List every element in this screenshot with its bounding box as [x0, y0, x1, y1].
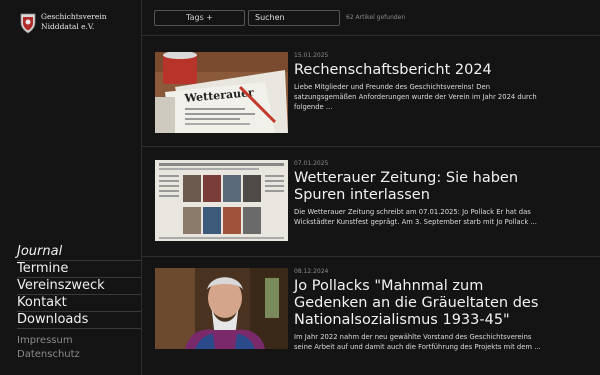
- article-item[interactable]: 07.01.2025 Wetterauer Zeitung: Sie haben…: [142, 148, 600, 257]
- nav-item-termine[interactable]: Termine: [17, 261, 141, 278]
- main-nav: Journal Termine Vereinszweck Kontakt Dow…: [17, 244, 141, 329]
- search-input[interactable]: Suchen: [248, 10, 340, 26]
- nav-item-kontakt[interactable]: Kontakt: [17, 295, 141, 312]
- newspaper-clipping-image: [155, 160, 288, 241]
- article-excerpt: Liebe Mitglieder und Freunde des Geschic…: [294, 83, 537, 111]
- secondary-nav: Impressum Datenschutz: [17, 334, 80, 362]
- site-logo[interactable]: Geschichtsverein Nidddatal e.V.: [19, 12, 107, 34]
- shield-crest-icon: [20, 13, 36, 34]
- article-item[interactable]: Wetterauer 15.01.2025 Rechenschaftsberic…: [142, 37, 600, 147]
- toolbar: Tags + Suchen 62 Artikel gefunden: [142, 0, 600, 36]
- article-excerpt: Im Jahr 2022 nahm der neu gewählte Vorst…: [294, 333, 541, 351]
- portrait-photo-image: [155, 268, 288, 349]
- article-date: 15.01.2025: [294, 52, 329, 59]
- article-thumbnail[interactable]: Wetterauer: [155, 52, 288, 133]
- result-count: 62 Artikel gefunden: [346, 14, 406, 21]
- site-name-line2: Nidddatal e.V.: [41, 22, 95, 31]
- article-title[interactable]: Rechenschaftsbericht 2024: [294, 62, 544, 79]
- article-date: 07.01.2025: [294, 160, 329, 167]
- article-date: 08.12.2024: [294, 268, 329, 275]
- nav-item-vereinszweck[interactable]: Vereinszweck: [17, 278, 141, 295]
- nav-item-journal[interactable]: Journal: [17, 244, 141, 261]
- sidebar: Geschichtsverein Nidddatal e.V. Journal …: [0, 0, 142, 375]
- article-item[interactable]: 08.12.2024 Jo Pollacks "Mahnmal zum Gede…: [142, 258, 600, 375]
- tags-filter-button[interactable]: Tags +: [154, 10, 245, 26]
- article-thumbnail[interactable]: [155, 268, 288, 349]
- nav-item-impressum[interactable]: Impressum: [17, 334, 80, 348]
- site-name-line1: Geschichtsverein: [41, 12, 107, 21]
- article-excerpt: Die Wetterauer Zeitung schreibt am 07.01…: [294, 208, 537, 226]
- newspaper-photo-image: Wetterauer: [155, 52, 288, 133]
- article-title[interactable]: Jo Pollacks "Mahnmal zum Gedenken an die…: [294, 278, 544, 329]
- nav-item-downloads[interactable]: Downloads: [17, 312, 141, 329]
- nav-item-datenschutz[interactable]: Datenschutz: [17, 348, 80, 362]
- article-title[interactable]: Wetterauer Zeitung: Sie haben Spuren int…: [294, 170, 544, 204]
- article-thumbnail[interactable]: [155, 160, 288, 241]
